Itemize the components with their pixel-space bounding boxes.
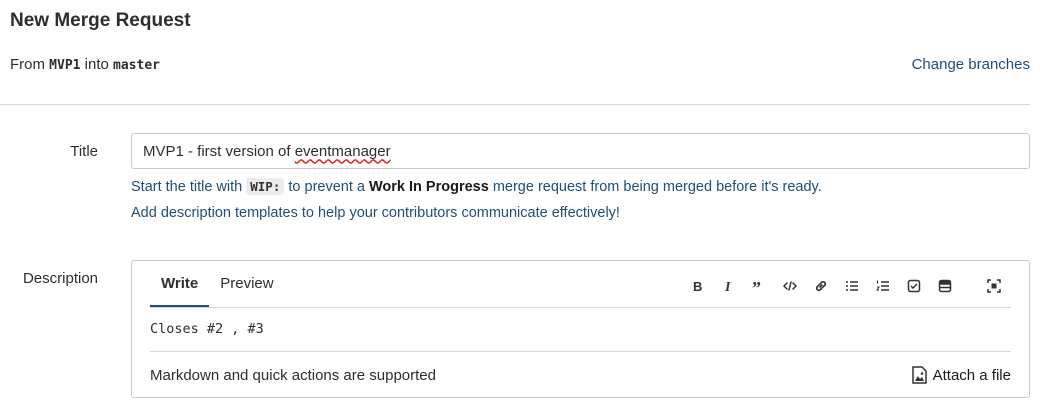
source-branch: MVP1 bbox=[49, 58, 81, 73]
wip-hint-mid: to prevent a bbox=[288, 179, 365, 195]
change-branches-link[interactable]: Change branches bbox=[912, 56, 1030, 73]
quote-icon[interactable]: ” bbox=[743, 277, 774, 295]
title-value-misspelled: eventmanager bbox=[294, 142, 391, 160]
svg-text:B: B bbox=[693, 279, 702, 293]
wip-hint: Start the title with WIP: to prevent a W… bbox=[131, 178, 822, 195]
tab-write[interactable]: Write bbox=[150, 261, 210, 307]
fullscreen-icon[interactable] bbox=[978, 277, 1009, 295]
templates-hint: Add description templates to help your c… bbox=[131, 205, 620, 221]
title-input[interactable]: MVP1 - first version of eventmanager bbox=[131, 133, 1030, 169]
wip-code: WIP: bbox=[246, 178, 285, 195]
wip-hint-strong: Work In Progress bbox=[369, 179, 489, 195]
italic-icon[interactable]: I bbox=[712, 277, 743, 295]
attach-file-label: Attach a file bbox=[932, 366, 1011, 384]
markdown-support-note: Markdown and quick actions are supported bbox=[150, 367, 436, 384]
title-label: Title bbox=[70, 143, 98, 160]
templates-link[interactable]: Add description templates bbox=[131, 205, 298, 221]
svg-text:I: I bbox=[724, 280, 731, 293]
wip-hint-pre: Start the title with bbox=[131, 179, 243, 195]
from-label: From bbox=[10, 56, 45, 73]
task-list-icon[interactable] bbox=[898, 277, 929, 295]
attach-file-button[interactable]: Attach a file bbox=[911, 366, 1011, 384]
templates-hint-post: to help your contributors communicate ef… bbox=[301, 205, 620, 221]
bold-icon[interactable]: B bbox=[681, 277, 712, 295]
into-label: into bbox=[84, 56, 109, 73]
numbered-list-icon[interactable] bbox=[867, 277, 898, 295]
description-editor: Write Preview B I ” Closes #2 , #3 Markd… bbox=[131, 260, 1030, 398]
editor-tabs: Write Preview bbox=[150, 261, 285, 307]
svg-text:”: ” bbox=[752, 279, 761, 293]
bullet-list-icon[interactable] bbox=[836, 277, 867, 295]
file-image-icon bbox=[911, 366, 927, 384]
table-icon[interactable] bbox=[929, 277, 960, 295]
toolbar-divider bbox=[150, 307, 1011, 308]
description-textarea[interactable]: Closes #2 , #3 bbox=[150, 321, 264, 337]
branch-info: From MVP1 into master bbox=[10, 56, 160, 73]
page-title: New Merge Request bbox=[10, 10, 191, 31]
wip-hint-post: merge request from being merged before i… bbox=[492, 179, 822, 195]
footer-divider bbox=[150, 351, 1011, 352]
title-value: MVP1 - first version of bbox=[143, 142, 295, 160]
markdown-toolbar: B I ” bbox=[681, 277, 1009, 295]
target-branch: master bbox=[113, 58, 160, 73]
divider bbox=[0, 104, 1030, 105]
code-icon[interactable] bbox=[774, 277, 805, 295]
description-label: Description bbox=[22, 270, 98, 287]
link-icon[interactable] bbox=[805, 277, 836, 295]
tab-preview[interactable]: Preview bbox=[209, 261, 284, 307]
